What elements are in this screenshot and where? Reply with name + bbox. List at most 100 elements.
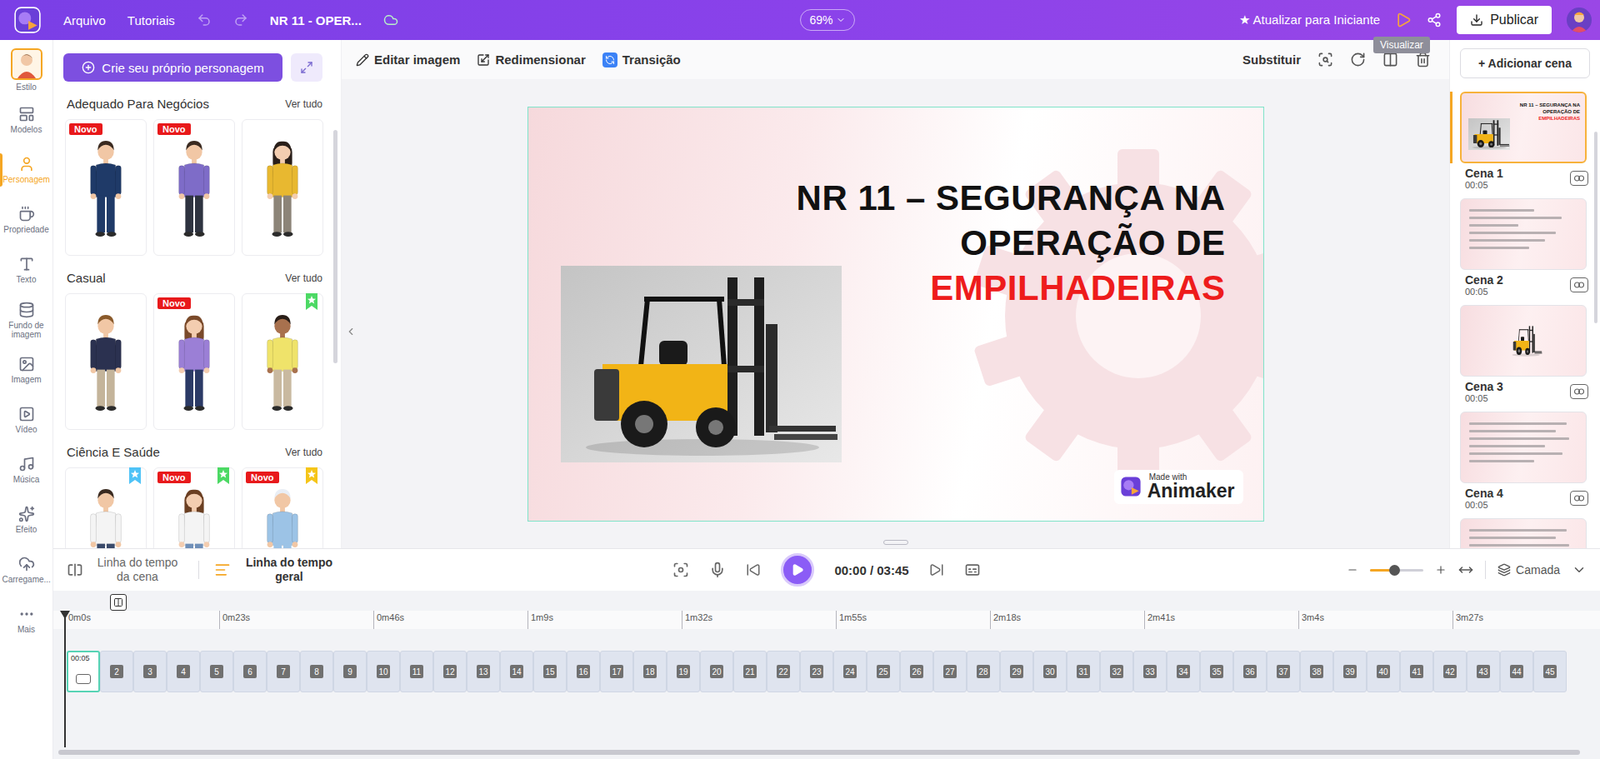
character-card[interactable]: Novo — [241, 467, 324, 549]
track-scene-block[interactable]: 8 — [300, 650, 334, 693]
scene-link-toggle[interactable] — [1570, 170, 1589, 186]
character-card[interactable] — [241, 119, 324, 256]
collapse-panel-handle[interactable] — [345, 320, 357, 344]
rail-item[interactable]: Vídeo — [0, 395, 54, 445]
track-scene-block[interactable]: 18 — [633, 650, 667, 693]
skip-back-icon[interactable] — [745, 562, 761, 578]
track-scene-block[interactable]: 42 — [1433, 650, 1467, 693]
track-scene-block[interactable]: 43 — [1466, 650, 1500, 693]
track-scene-block[interactable]: 33 — [1133, 650, 1167, 693]
collapse-timeline-icon[interactable] — [1571, 562, 1587, 578]
toolbar-button[interactable]: Transição — [602, 52, 681, 68]
track-scene-block[interactable]: 2 — [100, 650, 134, 693]
rail-item[interactable]: Personagem — [0, 145, 54, 195]
timeline-scrollbar[interactable] — [58, 750, 1580, 755]
track-scene-block[interactable]: 38 — [1300, 650, 1334, 693]
track-scene-block[interactable]: 40 — [1366, 650, 1400, 693]
track-scene-block[interactable]: 15 — [533, 650, 567, 693]
upgrade-link[interactable]: ★ Atualizar para Iniciante — [1239, 12, 1380, 28]
timeline-tab[interactable]: Linha do tempo geral — [214, 555, 340, 585]
fit-width-icon[interactable] — [1458, 562, 1474, 578]
track-scene-block[interactable]: 14 — [500, 650, 534, 693]
redo-icon[interactable] — [233, 12, 249, 28]
scene-thumbnail[interactable] — [1460, 411, 1587, 484]
track-scene-block[interactable]: 31 — [1066, 650, 1100, 693]
scene-thumbnail[interactable] — [1460, 198, 1587, 270]
resize-handle[interactable] — [883, 540, 909, 545]
share-icon[interactable] — [1426, 12, 1442, 28]
toolbar-button[interactable]: Editar imagem — [355, 52, 460, 67]
slide-title[interactable]: NR 11 – SEGURANÇA NAOPERAÇÃO DEEMPILHADE… — [796, 175, 1226, 311]
rail-item[interactable]: Modelos — [0, 95, 54, 145]
add-scene-button[interactable]: + Adicionar cena — [1460, 48, 1590, 79]
track-scene-block[interactable]: 7 — [266, 650, 300, 693]
scene-link-toggle[interactable] — [1570, 490, 1589, 506]
character-card[interactable]: Novo — [153, 467, 235, 549]
character-card[interactable]: Novo — [65, 119, 147, 256]
track-scene-block[interactable]: 12 — [433, 650, 467, 693]
play-button[interactable] — [780, 553, 815, 587]
captions-icon[interactable] — [964, 561, 981, 579]
track-scene-block[interactable]: 21 — [733, 650, 767, 693]
scene-item[interactable]: Cena 400:05 — [1460, 411, 1590, 510]
track-scene-block[interactable]: 22 — [766, 650, 800, 693]
create-character-button[interactable]: Crie seu próprio personagem — [63, 53, 283, 82]
track-scene-block[interactable]: 19 — [666, 650, 700, 693]
rail-item[interactable]: Mais — [0, 595, 54, 645]
character-card[interactable] — [241, 293, 324, 430]
publish-button[interactable]: Publicar — [1456, 5, 1552, 35]
track-scene-block[interactable]: 28 — [966, 650, 1000, 693]
character-card[interactable]: Novo — [153, 119, 235, 256]
camera-focus-icon[interactable] — [672, 561, 690, 579]
menu-item[interactable]: Tutoriais — [127, 13, 175, 28]
see-all-link[interactable]: Ver tudo — [285, 272, 323, 285]
split-icon[interactable] — [1382, 51, 1399, 68]
character-card[interactable]: Novo — [153, 293, 235, 430]
see-all-link[interactable]: Ver tudo — [285, 446, 323, 459]
rail-item[interactable]: Efeito — [0, 495, 54, 545]
track-scene-block[interactable]: 23 — [800, 650, 834, 693]
rail-item[interactable]: Texto — [0, 245, 54, 295]
zoom-dropdown[interactable]: 69% — [800, 9, 855, 31]
track-scene-block[interactable]: 10 — [366, 650, 400, 693]
scene-item[interactable]: Cena 300:05 — [1460, 305, 1590, 404]
rail-item[interactable]: Música — [0, 445, 54, 495]
smart-select-icon[interactable] — [1317, 51, 1334, 68]
panel-scrollbar[interactable] — [333, 130, 338, 364]
zoom-in-icon[interactable] — [1435, 564, 1447, 576]
playhead[interactable] — [64, 614, 66, 748]
track-scene-block[interactable]: 45 — [1533, 650, 1567, 693]
menu-item[interactable]: Arquivo — [63, 13, 106, 28]
scene-thumbnail[interactable] — [1460, 305, 1587, 377]
track-scene-block[interactable]: 30 — [1033, 650, 1067, 693]
rail-item[interactable]: Fundo de imagem — [0, 295, 54, 345]
track-scene-block[interactable]: 5 — [200, 650, 234, 693]
character-card[interactable] — [65, 293, 147, 430]
undo-icon[interactable] — [196, 12, 212, 28]
delete-icon[interactable] — [1415, 51, 1431, 68]
track-scene-block[interactable]: 39 — [1333, 650, 1367, 693]
track-scene-block[interactable]: 36 — [1233, 650, 1267, 693]
track-scene-block[interactable]: 20 — [700, 650, 734, 693]
track-scene-block[interactable]: 00:05 — [66, 650, 100, 693]
zoom-slider[interactable] — [1370, 569, 1424, 572]
zoom-out-icon[interactable] — [1346, 564, 1359, 576]
preview-play-icon[interactable] — [1395, 11, 1412, 29]
track-scene-block[interactable]: 41 — [1400, 650, 1434, 693]
track-scene-block[interactable]: 29 — [1000, 650, 1034, 693]
timeline-tab[interactable]: Linha do tempo da cena — [66, 555, 184, 585]
track-scene-block[interactable]: 34 — [1166, 650, 1200, 693]
track-scene-block[interactable]: 35 — [1200, 650, 1234, 693]
scenes-scrollbar[interactable] — [1594, 131, 1598, 324]
track-scene-block[interactable]: 32 — [1100, 650, 1134, 693]
slide-canvas[interactable]: NR 11 – SEGURANÇA NAOPERAÇÃO DEEMPILHADE… — [527, 106, 1265, 522]
track-scene-block[interactable]: 27 — [933, 650, 967, 693]
scene-link-toggle[interactable] — [1570, 277, 1589, 293]
skip-forward-icon[interactable] — [929, 562, 945, 578]
track-scene-block[interactable]: 13 — [466, 650, 500, 693]
rotate-icon[interactable] — [1350, 51, 1366, 68]
replace-button[interactable]: Substituir — [1242, 52, 1301, 67]
scene-link-toggle[interactable] — [1570, 384, 1589, 400]
track-scene-block[interactable]: 26 — [900, 650, 934, 693]
layer-button[interactable]: Camada — [1497, 563, 1560, 577]
